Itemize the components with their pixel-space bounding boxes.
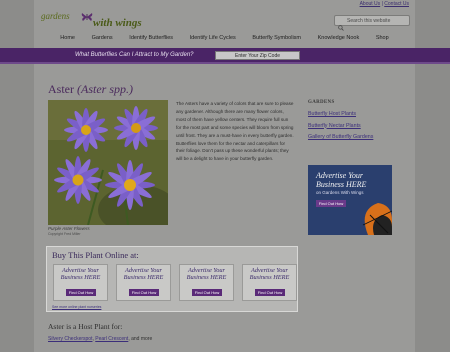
- page: About Us | Contact Us gardens with wings…: [0, 0, 450, 352]
- photo-copyright: Copyright Fred Miller: [48, 232, 81, 236]
- aster-photo: [48, 100, 168, 225]
- sidebar-link-gallery[interactable]: Gallery of Butterfly Gardens: [308, 134, 373, 140]
- nav-identify-butterflies[interactable]: Identify Butterflies: [129, 33, 173, 44]
- nursery-ad-3[interactable]: Advertise Your Business HERE Find Out How: [179, 264, 234, 301]
- find-out-how-button[interactable]: Find Out How: [255, 289, 285, 296]
- zip-code-button[interactable]: Enter Your Zip Code: [215, 51, 300, 60]
- buy-online-title: Buy This Plant Online at:: [52, 250, 139, 260]
- plant-latin-name: (Aster spp.): [77, 82, 133, 96]
- banner-question: What Butterflies Can I Attract to My Gar…: [75, 52, 194, 58]
- nursery-ad-line2: Business HERE: [186, 273, 227, 281]
- plant-description: The Asters have a variety of colors that…: [176, 101, 294, 162]
- sidebar-link-nectar-plants[interactable]: Butterfly Nectar Plants: [308, 123, 373, 129]
- zip-code-button-label: Enter Your Zip Code: [234, 53, 281, 59]
- sidebar-ad-line2: Business HERE: [316, 180, 367, 189]
- nav-butterfly-symbolism[interactable]: Butterfly Symbolism: [252, 33, 301, 44]
- nav-home[interactable]: Home: [60, 33, 75, 44]
- sidebar-ad-line1: Advertise Your: [316, 171, 364, 180]
- search-placeholder: Search this website: [347, 18, 391, 24]
- logo-text-gardens: gardens: [41, 11, 70, 21]
- butterfly-logo-icon: [81, 9, 93, 27]
- nav-knowledge-nook[interactable]: Knowledge Nook: [318, 33, 360, 44]
- host-list-suffix: , and more: [128, 336, 153, 342]
- top-links: About Us | Contact Us: [360, 1, 409, 7]
- nursery-ads: Advertise Your Business HERE Find Out How…: [53, 264, 297, 301]
- nursery-ad-1[interactable]: Advertise Your Business HERE Find Out How: [53, 264, 108, 301]
- host-plant-list: Silvery Checkerspot, Pearl Crescent, and…: [48, 336, 152, 342]
- nursery-ad-line2: Business HERE: [60, 273, 101, 281]
- find-out-how-button[interactable]: Find Out How: [66, 289, 96, 296]
- host-link-pearl-crescent[interactable]: Pearl Crescent: [95, 336, 128, 342]
- sidebar-ad-sub: on Gardens With Wings: [316, 190, 364, 195]
- nursery-ad-text: Advertise Your Business HERE: [243, 267, 296, 281]
- find-out-how-button[interactable]: Find Out How: [192, 289, 222, 296]
- nursery-ad-text: Advertise Your Business HERE: [54, 267, 107, 281]
- logo-text-with-wings: with wings: [93, 17, 142, 29]
- nursery-ad-line2: Business HERE: [249, 273, 290, 281]
- top-links-separator: |: [381, 1, 383, 7]
- host-link-silvery-checkerspot[interactable]: Silvery Checkerspot: [48, 336, 92, 342]
- photo-caption: Purple Aster Flowers: [48, 226, 90, 231]
- nursery-ad-text: Advertise Your Business HERE: [117, 267, 170, 281]
- sidebar-links: Butterfly Host Plants Butterfly Nectar P…: [308, 111, 373, 146]
- site-logo[interactable]: gardens with wings: [41, 5, 151, 31]
- nav-shop[interactable]: Shop: [376, 33, 389, 44]
- search-input[interactable]: Search this website: [334, 15, 410, 31]
- host-plant-heading: Aster is a Host Plant for:: [48, 322, 123, 331]
- find-out-how-button[interactable]: Find Out How: [129, 289, 159, 296]
- nursery-ad-4[interactable]: Advertise Your Business HERE Find Out How: [242, 264, 297, 301]
- nav-gardens[interactable]: Gardens: [92, 33, 113, 44]
- sidebar-heading: GARDENS: [308, 100, 335, 105]
- sidebar-link-host-plants[interactable]: Butterfly Host Plants: [308, 111, 373, 117]
- main-nav: Home Gardens Identify Butterflies Identi…: [34, 33, 415, 44]
- nursery-ad-line2: Business HERE: [123, 273, 164, 281]
- sidebar-ad-headline: Advertise Your Business HERE: [316, 171, 366, 189]
- sidebar-ad-button[interactable]: Find Out How: [316, 200, 346, 207]
- sidebar-ad[interactable]: Advertise Your Business HERE on Gardens …: [308, 165, 392, 235]
- zip-banner: What Butterflies Can I Attract to My Gar…: [0, 48, 450, 64]
- nursery-ad-text: Advertise Your Business HERE: [180, 267, 233, 281]
- nav-identify-life-cycles[interactable]: Identify Life Cycles: [190, 33, 236, 44]
- about-link[interactable]: About Us: [360, 1, 381, 7]
- contact-link[interactable]: Contact Us: [384, 1, 409, 7]
- more-nurseries-link[interactable]: See more online plant nurseries: [52, 305, 101, 309]
- page-title: Aster (Aster spp.): [48, 82, 133, 97]
- nursery-ad-2[interactable]: Advertise Your Business HERE Find Out How: [116, 264, 171, 301]
- buy-online-box: Buy This Plant Online at: Advertise Your…: [46, 246, 298, 312]
- plant-name: Aster: [48, 82, 74, 96]
